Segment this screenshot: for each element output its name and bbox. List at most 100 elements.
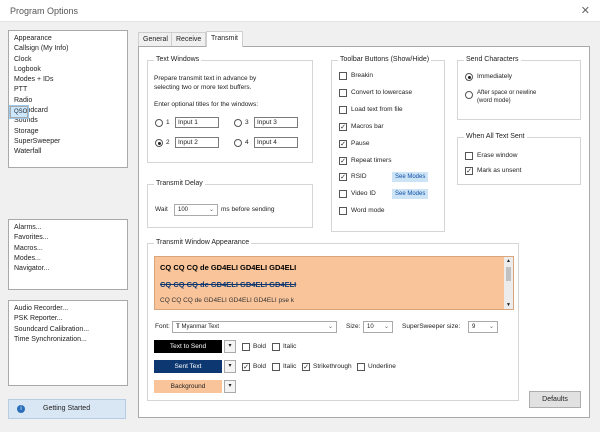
tab-transmit[interactable]: Transmit xyxy=(206,31,243,47)
transmit-preview[interactable]: CQ CQ CQ de GD4ELI GD4ELI GD4ELI CQ CQ C… xyxy=(154,256,514,310)
chevron-down-icon: ⌄ xyxy=(208,207,214,213)
appearance-group: Transmit Window Appearance CQ CQ CQ de G… xyxy=(147,239,519,401)
text-windows-title: Text Windows xyxy=(154,56,202,63)
nav-item-ptt[interactable]: PTT xyxy=(10,85,127,95)
sent-text-bold-checkbox[interactable]: ✓ xyxy=(242,363,250,371)
scroll-down-icon[interactable]: ▼ xyxy=(506,302,511,308)
nav-item-appearance[interactable]: Appearance xyxy=(10,34,127,44)
sent-text-strikethrough-label: Strikethrough xyxy=(313,363,352,370)
toolbar-breakin-checkbox[interactable] xyxy=(339,72,347,80)
sent-text-italic-checkbox[interactable] xyxy=(272,363,280,371)
tab-receive[interactable]: Receive xyxy=(171,32,207,46)
nav-item-waterfall[interactable]: Waterfall xyxy=(10,147,127,157)
toolbar-repeat-timers-label: Repeat timers xyxy=(351,156,392,164)
nav-item-callsign-my-info[interactable]: Callsign (My Info) xyxy=(10,44,127,54)
size-label: Size: xyxy=(346,323,361,330)
toolbar-video-id-see-modes-button[interactable]: See Modes xyxy=(392,189,429,200)
nav-list-utilities: Audio Recorder... PSK Reporter... Soundcar… xyxy=(8,300,128,386)
text-to-send-italic-checkbox[interactable] xyxy=(272,343,280,351)
nav-item-radio[interactable]: Radio xyxy=(10,96,127,106)
nav-item-navigator[interactable]: Navigator... xyxy=(10,264,127,274)
toolbar-macros-bar-checkbox[interactable]: ✓ xyxy=(339,122,347,131)
nav-item-qso[interactable]: QSO xyxy=(8,105,30,120)
window-title-3-input[interactable]: Input 3 xyxy=(254,117,298,128)
text-to-send-bold-label: Bold xyxy=(253,343,267,350)
delay-select[interactable]: 100 ⌄ xyxy=(174,204,218,216)
window-title-1-input[interactable]: Input 1 xyxy=(175,117,219,128)
toolbar-word-mode-checkbox[interactable] xyxy=(339,207,347,216)
toolbar-video-id-checkbox[interactable] xyxy=(339,190,347,199)
delay-value: 100 xyxy=(178,207,189,213)
background-dropdown[interactable]: ▾ xyxy=(224,380,236,393)
send-after-space-radio[interactable] xyxy=(465,91,473,99)
nav-item-modes-ids[interactable]: Modes + IDs xyxy=(10,75,127,85)
scroll-up-icon[interactable]: ▲ xyxy=(506,258,511,264)
nav-item-logbook[interactable]: Logbook xyxy=(10,65,127,75)
background-color[interactable]: Background xyxy=(154,380,222,393)
erase-window-checkbox[interactable] xyxy=(465,152,473,160)
size-select[interactable]: 10 ⌄ xyxy=(363,321,393,333)
chevron-down-icon: ⌄ xyxy=(327,324,333,330)
enter-titles-label: Enter optional titles for the windows: xyxy=(154,101,259,108)
close-icon[interactable]: ✕ xyxy=(581,4,590,17)
scroll-thumb[interactable] xyxy=(506,267,511,281)
preview-scrollbar[interactable]: ▲ ▼ xyxy=(504,257,513,309)
toolbar-rsid-see-modes-button[interactable]: See Modes xyxy=(392,172,429,183)
send-word-mode-label: (word mode) xyxy=(477,98,511,104)
text-to-send-dropdown[interactable]: ▾ xyxy=(224,340,236,353)
nav-item-favorites[interactable]: Favorites... xyxy=(10,233,127,243)
preview-line-3: CQ CQ CQ de GD4ELI GD4ELI GD4ELI pse k xyxy=(160,297,295,304)
getting-started-button[interactable]: i Getting Started xyxy=(8,399,126,419)
mark-unsent-checkbox[interactable]: ✓ xyxy=(465,167,473,175)
nav-item-alarms[interactable]: Alarms... xyxy=(10,223,127,233)
window-count-2-radio[interactable] xyxy=(155,139,163,147)
toolbar-buttons-group: Toolbar Buttons (Show/Hide) Breakin Conve… xyxy=(331,56,445,232)
text-to-send-bold-checkbox[interactable] xyxy=(242,343,250,351)
sent-text-bold-label: Bold xyxy=(253,363,267,370)
transmit-delay-group: Transmit Delay Wait 100 ⌄ ms before send… xyxy=(147,180,313,228)
ss-size-select[interactable]: 9 ⌄ xyxy=(468,321,498,333)
toolbar-rsid-checkbox[interactable]: ✓ xyxy=(339,173,347,182)
toolbar-pause-checkbox[interactable]: ✓ xyxy=(339,139,347,148)
nav-item-time-synchronization[interactable]: Time Synchronization... xyxy=(10,335,127,345)
send-after-space-label: After space or newline xyxy=(477,90,537,96)
window-count-4-label: 4 xyxy=(245,139,249,146)
nav-item-modes[interactable]: Modes... xyxy=(10,254,127,264)
sent-text-underline-checkbox[interactable] xyxy=(357,363,365,371)
nav-list-main: Appearance Callsign (My Info) Clock Logbook… xyxy=(8,30,128,168)
window-count-1-radio[interactable] xyxy=(155,119,163,127)
nav-item-soundcard-calibration[interactable]: Soundcard Calibration... xyxy=(10,325,127,335)
nav-item-psk-reporter[interactable]: PSK Reporter... xyxy=(10,314,127,324)
when-all-sent-group: When All Text Sent Erase window ✓ Mark a… xyxy=(457,133,581,185)
window-title-2-input[interactable]: Input 2 xyxy=(175,137,219,148)
defaults-button[interactable]: Defaults xyxy=(529,391,581,408)
erase-window-label: Erase window xyxy=(477,152,518,159)
tab-general[interactable]: General xyxy=(138,32,173,46)
when-all-sent-title: When All Text Sent xyxy=(464,133,527,140)
send-immediately-radio[interactable] xyxy=(465,73,473,81)
nav-item-storage[interactable]: Storage xyxy=(10,127,127,137)
toolbar-breakin-label: Breakin xyxy=(351,72,374,79)
transmit-tab-panel: Text Windows Prepare transmit text in ad… xyxy=(138,46,590,418)
window-title-4-input[interactable]: Input 4 xyxy=(254,137,298,148)
text-windows-desc-2: selecting two or more text buffers. xyxy=(154,84,252,91)
ss-size-label: SuperSweeper size: xyxy=(402,323,461,330)
window-count-3-radio[interactable] xyxy=(234,119,242,127)
nav-item-supersweeper[interactable]: SuperSweeper xyxy=(10,137,127,147)
send-characters-group: Send Characters Immediately After space … xyxy=(457,56,581,120)
font-select[interactable]: 𝐓 Myanmar Text ⌄ xyxy=(172,321,337,333)
window-count-4-radio[interactable] xyxy=(234,139,242,147)
size-value: 10 xyxy=(367,324,374,330)
sent-text-color[interactable]: Sent Text xyxy=(154,360,222,373)
toolbar-convert-to-lowercase-checkbox[interactable] xyxy=(339,88,347,97)
toolbar-macros-bar-label: Macros bar xyxy=(351,122,384,130)
sent-text-underline-label: Underline xyxy=(368,363,396,370)
sent-text-dropdown[interactable]: ▾ xyxy=(224,360,236,373)
toolbar-repeat-timers-checkbox[interactable]: ✓ xyxy=(339,156,347,165)
text-to-send-color[interactable]: Text to Send xyxy=(154,340,222,353)
toolbar-load-text-from-file-checkbox[interactable] xyxy=(339,105,347,114)
nav-item-clock[interactable]: Clock xyxy=(10,55,127,65)
sent-text-strikethrough-checkbox[interactable]: ✓ xyxy=(302,363,310,371)
nav-item-macros[interactable]: Macros... xyxy=(10,244,127,254)
nav-item-audio-recorder[interactable]: Audio Recorder... xyxy=(10,304,127,314)
